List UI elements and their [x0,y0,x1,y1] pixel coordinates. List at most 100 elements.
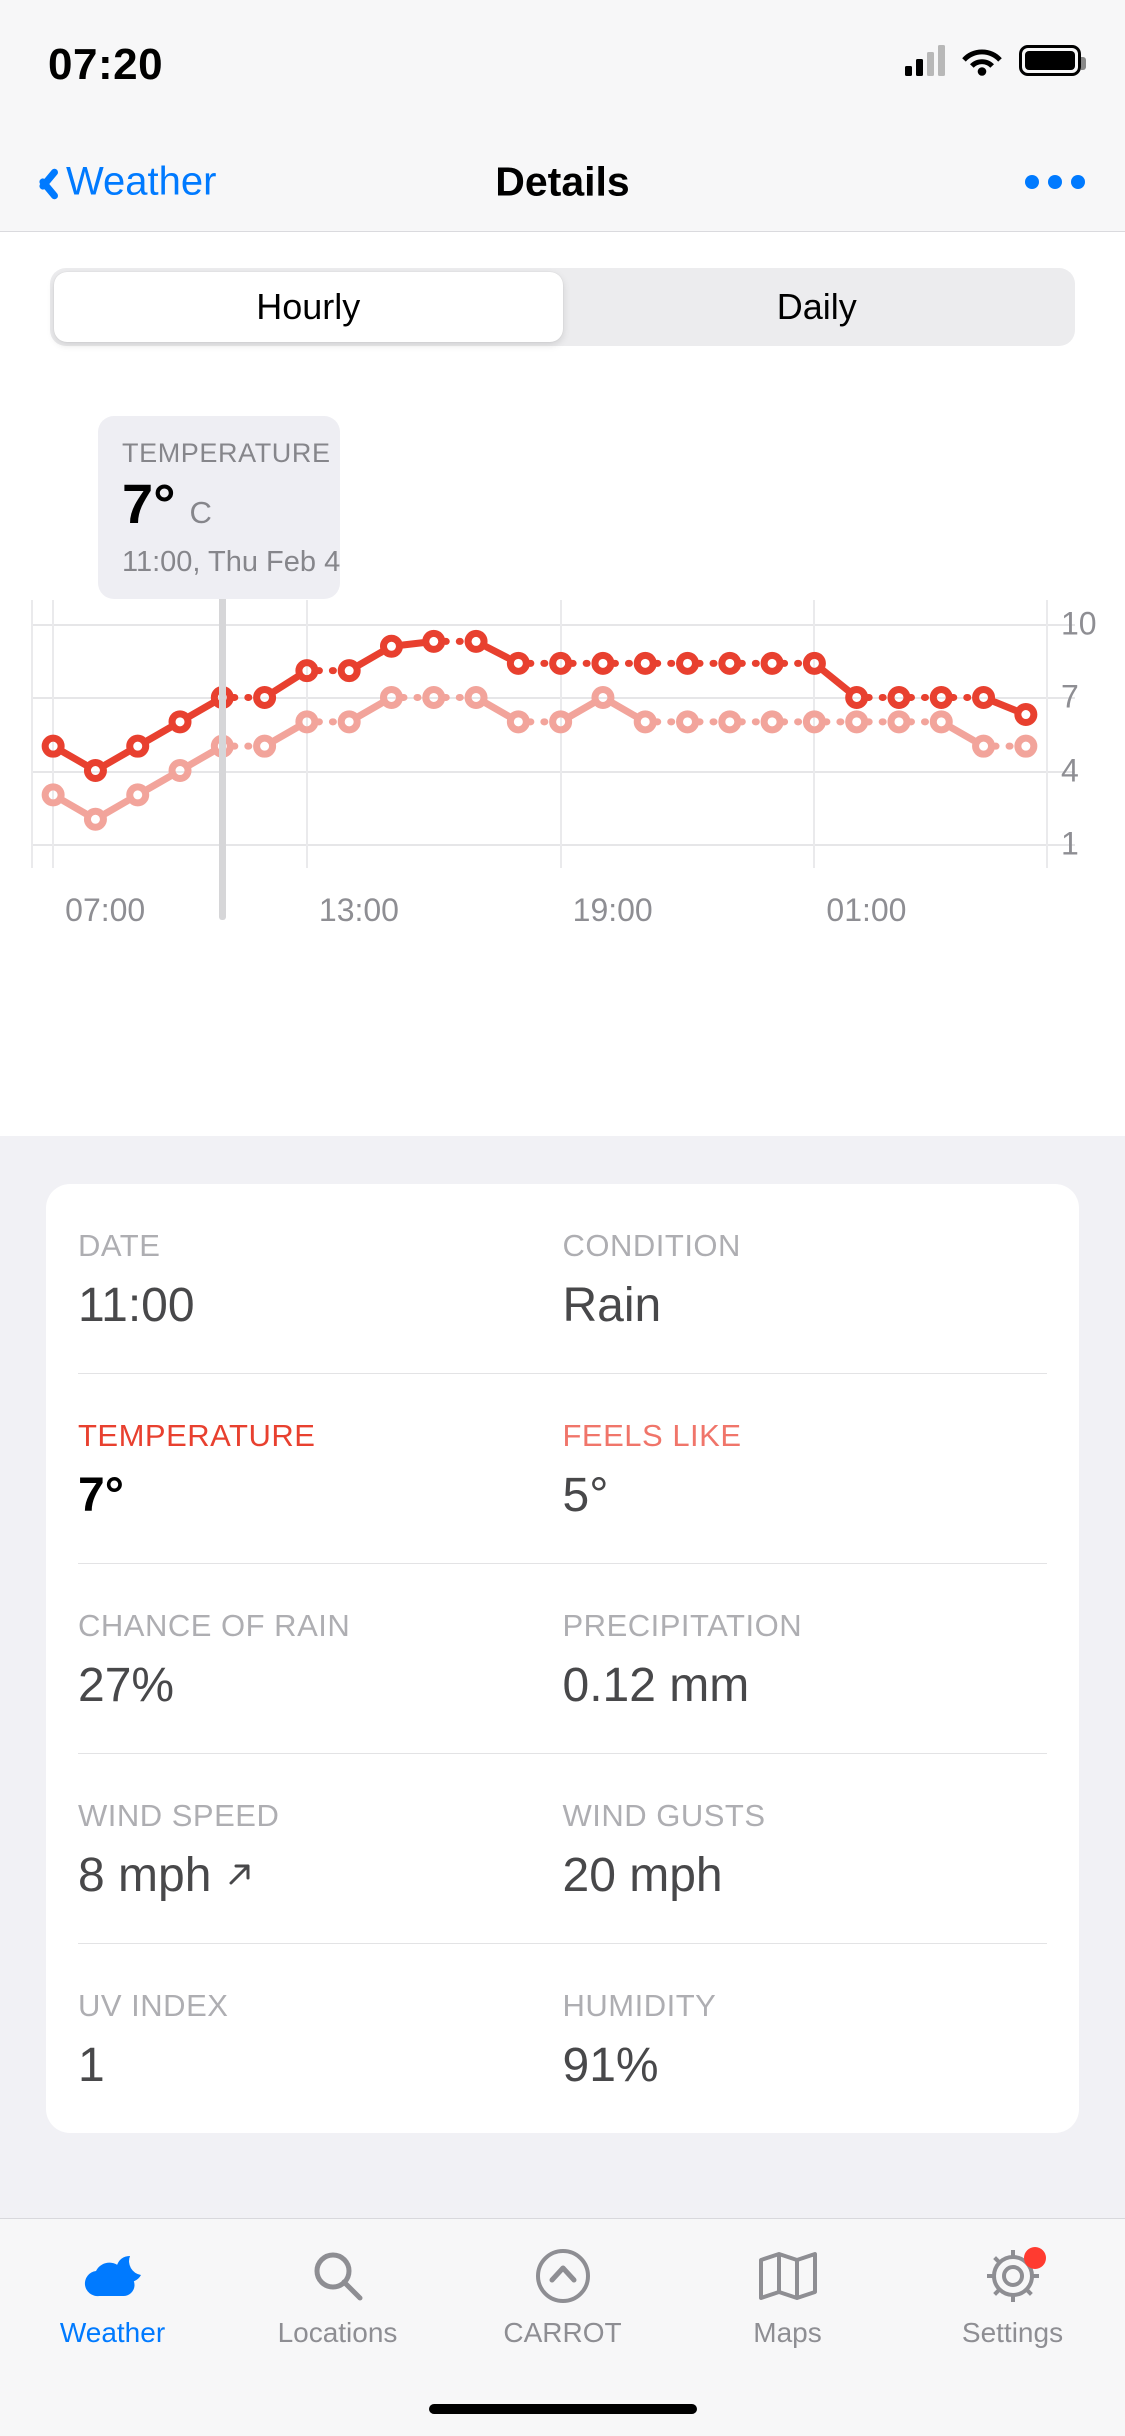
tab-carrot[interactable]: CARROT [450,2245,675,2349]
chart-data-point [929,710,953,734]
chart-data-point [887,685,911,709]
chart-data-point [126,783,150,807]
chart-data-point [1014,734,1038,758]
tab-hourly[interactable]: Hourly [54,272,563,342]
cellular-signal-icon [905,44,945,76]
details-key: CHANCE OF RAIN [78,1608,351,1643]
chart-data-point [591,651,615,675]
details-key: WIND SPEED [78,1798,280,1833]
status-bar: 07:20 [0,0,1125,132]
chart-data-point [337,659,361,683]
tab-weather[interactable]: Weather [0,2245,225,2349]
details-value-text: 11:00 [78,1279,195,1332]
details-key: DATE [78,1228,161,1263]
settings-badge [1023,2247,1046,2269]
chart-x-tick-label: 19:00 [572,892,653,928]
details-cell: HUMIDITY 91% [563,1944,1048,2133]
chart-y-tick-label: 1 [1061,825,1079,862]
battery-icon [1019,44,1086,76]
details-key: UV INDEX [78,1988,229,2023]
navigation-bar: Weather Details [0,132,1125,232]
details-card: DATE 11:00 CONDITION Rain TEMPERATURE 7° FEELS… [46,1184,1079,2133]
chart-data-point [422,629,446,653]
chart-data-point [718,651,742,675]
details-row: TEMPERATURE 7° FEELS LIKE 5° [78,1373,1047,1563]
details-key: CONDITION [562,1228,741,1263]
details-value-text: 5° [562,1469,609,1522]
chart-x-tick-label: 01:00 [826,892,907,928]
details-value-text: 20 mph [562,1849,723,1902]
details-value: 11:00 [78,1278,563,1333]
tab-settings[interactable]: Settings [900,2245,1125,2349]
chart-data-point [168,759,192,783]
wifi-icon [961,44,1003,76]
chart-data-point [422,685,446,709]
details-value: 27% [78,1658,563,1713]
chart-data-point [295,659,319,683]
details-cell: DATE 11:00 [78,1184,563,1373]
chart-x-tick-label: 13:00 [318,892,399,928]
gear-icon [984,2245,1046,2307]
tab-locations[interactable]: Locations [225,2245,450,2349]
details-cell: CHANCE OF RAIN 27% [78,1564,563,1753]
arrow-north-east-icon [221,1859,255,1893]
tooltip-unit: C [189,495,212,530]
details-value-text: 27% [78,1659,175,1712]
chart-plot-area[interactable]: 10 7 4 1 07:00 13:00 19:00 01:00 [31,522,1097,928]
back-button[interactable]: Weather [30,159,216,204]
details-value-text: Rain [562,1279,662,1332]
chart-data-point [802,651,826,675]
tab-label: Settings [961,2317,1064,2348]
chart-data-point [718,710,742,734]
chart-data-point [379,634,403,658]
details-value-text: 91% [562,2039,659,2092]
chart-x-tick-label: 07:00 [65,892,146,928]
details-key: HUMIDITY [562,1988,717,2023]
chart-data-point [464,685,488,709]
chart-data-point [972,734,996,758]
more-ellipsis-icon[interactable] [1025,174,1085,189]
details-value: 1 [78,2038,563,2093]
tab-label: Locations [277,2317,398,2348]
chart-data-point [126,734,150,758]
details-value-text: 1 [78,2039,105,2092]
chevron-left-icon [30,161,56,203]
details-row: CHANCE OF RAIN 27% PRECIPITATION 0.12 mm [78,1563,1047,1753]
chart-series-temperature [41,629,1038,783]
chart-data-point [1014,703,1038,727]
details-value: Rain [563,1278,1048,1333]
segmented-control[interactable]: Hourly Daily [50,268,1075,346]
tab-daily[interactable]: Daily [563,272,1072,342]
details-value: 0.12 mm [563,1658,1048,1713]
tab-maps[interactable]: Maps [675,2245,900,2349]
map-icon [758,2245,818,2307]
hourly-chart[interactable]: TEMPERATURE 7° C 11:00, Thu Feb 4 10 7 4 1 … [0,368,1125,946]
chart-data-point [337,710,361,734]
chart-y-tick-label: 4 [1061,752,1079,789]
chart-data-point [168,710,192,734]
chart-data-point [633,651,657,675]
details-cell: CONDITION Rain [563,1184,1048,1373]
chart-data-point [676,651,700,675]
details-value: 91% [563,2038,1048,2093]
chart-data-point [972,685,996,709]
home-indicator [428,2404,697,2414]
details-value-text: 7° [78,1469,124,1522]
chart-data-point [506,710,530,734]
details-row: UV INDEX 1 HUMIDITY 91% [78,1943,1047,2133]
details-row: WIND SPEED 8 mph WIND GUSTS 20 mph [78,1753,1047,1943]
details-value: 20 mph [563,1848,1048,1903]
details-row: DATE 11:00 CONDITION Rain [78,1184,1047,1373]
chart-data-point [845,710,869,734]
chart-data-point [506,651,530,675]
tab-label: Weather [59,2317,166,2348]
details-value: 5° [563,1468,1048,1523]
chart-data-point [676,710,700,734]
chart-data-point [83,759,107,783]
chart-data-point [41,783,65,807]
details-cell: WIND GUSTS 20 mph [563,1754,1048,1943]
chart-data-point [802,710,826,734]
tooltip-timestamp: 11:00, Thu Feb 4 [122,545,341,578]
chart-tooltip: TEMPERATURE 7° C 11:00, Thu Feb 4 [98,416,340,599]
chart-data-point [591,685,615,709]
